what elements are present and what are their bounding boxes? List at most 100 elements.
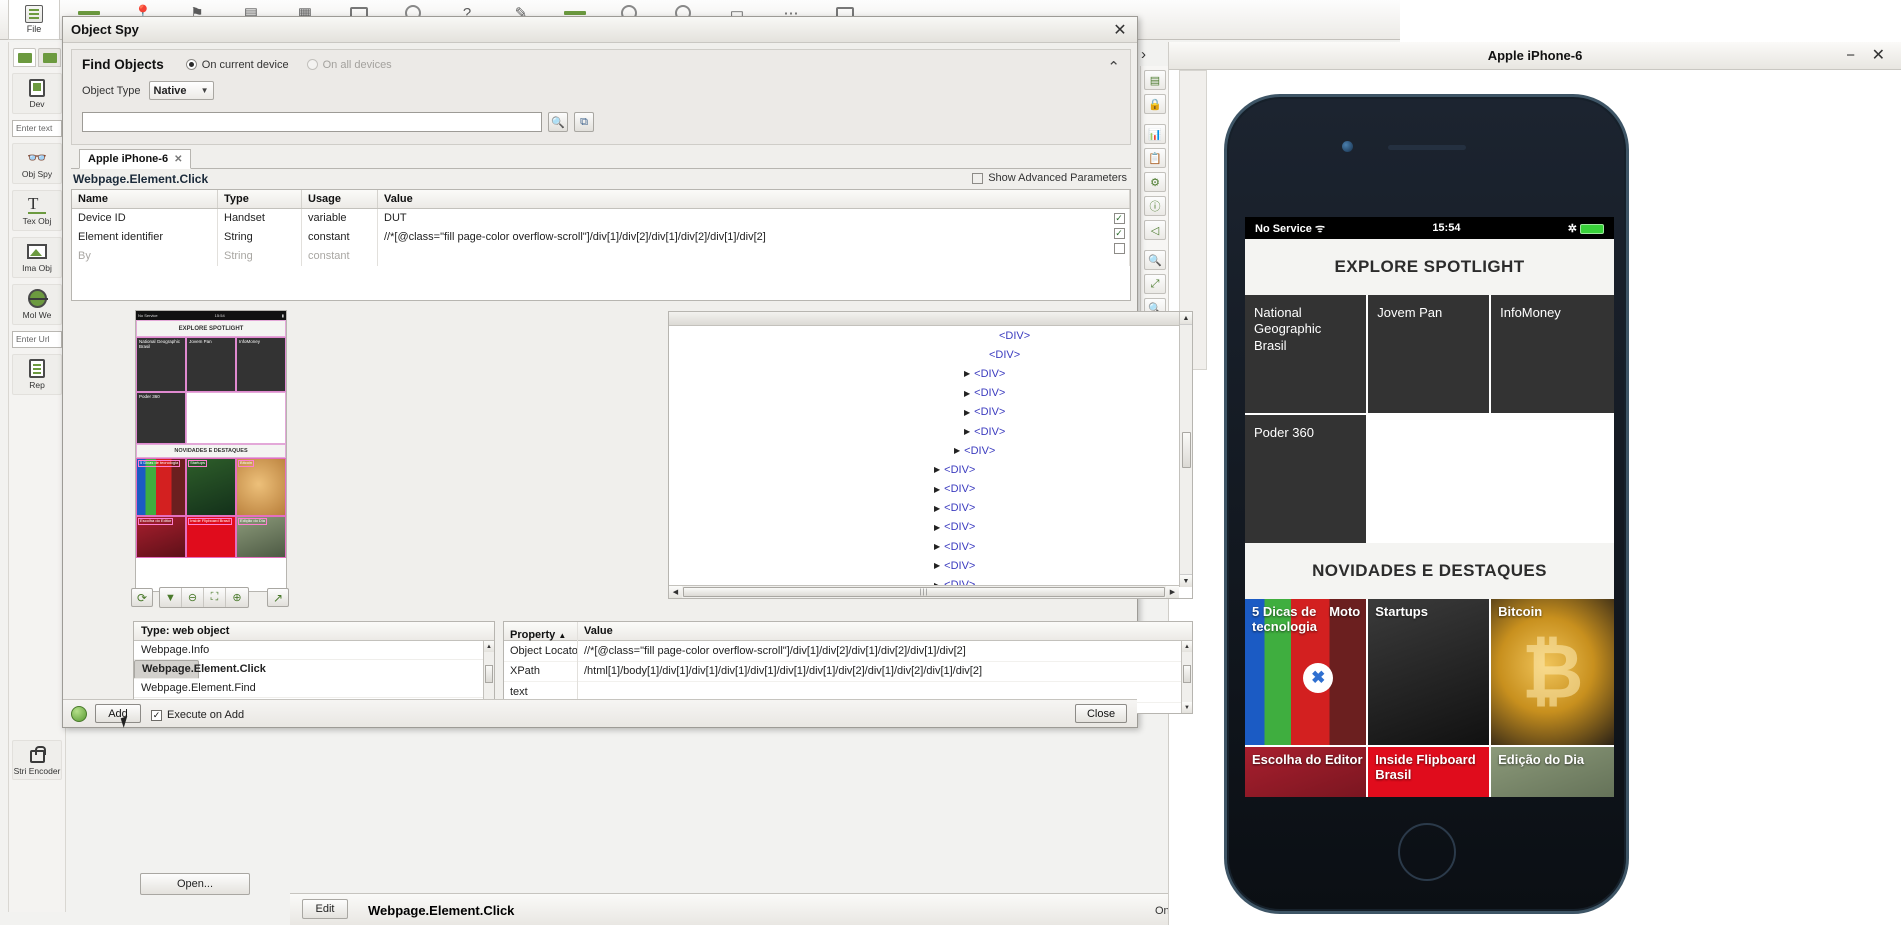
rail-item-string-encoder[interactable]: Stri Encoder [12,740,62,781]
rail-item-report[interactable]: Rep [12,354,62,395]
list-item[interactable]: Webpage.Element.Click [134,660,199,679]
settings-icon[interactable]: ⚙ [1144,172,1166,192]
rail-tab-device[interactable] [13,48,36,67]
rail-tab-secure[interactable] [38,48,61,67]
tile-inside-flipboard[interactable]: Inside Flipboard Brasil [1368,747,1491,797]
dom-tree-horizontal-scrollbar[interactable]: ◀ ||| ▶ [669,585,1179,598]
expand-arrow-icon[interactable]: ▶ [964,369,970,378]
card-infomoney[interactable]: InfoMoney [1491,295,1614,413]
file-menu-tab[interactable]: File [8,0,60,40]
expand-arrow-icon[interactable]: ▶ [934,561,940,570]
dom-tree-node[interactable]: ▶<DIV> [669,556,1192,575]
table-row[interactable]: Device ID Handset variable DUT [72,209,1130,228]
expand-arrow-icon[interactable]: ▶ [964,408,970,417]
scroll-up-icon[interactable]: ▲ [1180,312,1192,325]
list-item[interactable]: Webpage.Element.Find [134,679,494,698]
tile-startups[interactable]: Startups [1368,599,1491,747]
table-row[interactable]: By String constant [72,247,1130,266]
search-icon[interactable]: 🔍 [548,112,568,132]
column-header-property[interactable]: Property ▲ [504,622,578,643]
close-icon[interactable]: ✕ [1111,21,1129,39]
scroll-up-icon[interactable]: ▲ [484,641,494,652]
dom-tree-node[interactable]: ▶<DIV> [669,480,1192,499]
table-row[interactable]: Object Locator //*[@class="fill page-col… [504,641,1192,662]
scrollbar-thumb[interactable]: ||| [683,587,1165,597]
dom-tree-panel[interactable]: <DIV> <DIV> ▶<DIV> ▶<DIV> ▶<DIV> ▶<DIV> … [668,311,1193,599]
expand-arrow-icon[interactable]: ▶ [934,523,940,532]
dom-tree-vertical-scrollbar[interactable]: ▲ ▼ [1179,312,1192,587]
refresh-icon[interactable]: ⟳ [131,588,153,607]
rail-item-object-spy[interactable]: 👓 Obj Spy [12,143,62,184]
card-poder-360[interactable]: Poder 360 [1245,415,1368,543]
scrollbar-thumb[interactable] [485,665,493,683]
open-button[interactable]: Open... [140,873,250,895]
dom-tree-node[interactable]: ▶<DIV> [669,537,1192,556]
card-national-geographic[interactable]: National Geographic Brasil [1245,295,1368,413]
rail-item-text-object[interactable]: T Tex Obj [12,190,62,231]
panel-collapse-icon[interactable]: ⌃ [1107,58,1120,76]
device-screen-icon[interactable]: ▤ [1144,70,1166,90]
toolbar-expand-icon[interactable]: › [1141,46,1146,63]
dom-tree-node[interactable]: ▶<DIV> [669,499,1192,518]
info-icon[interactable]: ⓘ [1144,196,1166,216]
dom-tree-node[interactable]: ▶<DIV> [669,518,1192,537]
scrollbar-thumb[interactable] [1182,432,1191,468]
edit-button[interactable]: Edit [302,899,348,919]
expand-arrow-icon[interactable]: ▶ [934,504,940,513]
dom-tree-node[interactable]: ▶<DIV> [669,403,1192,422]
radio-on-all-devices[interactable]: On all devices [307,59,392,71]
tab-close-icon[interactable]: ✕ [174,154,182,165]
phone-home-button[interactable] [1398,823,1456,881]
scrollbar-thumb[interactable] [1183,665,1191,683]
expand-arrow-icon[interactable]: ▶ [954,446,960,455]
fullscreen-icon[interactable]: ⤢ [1144,274,1166,294]
table-row[interactable]: XPath /html[1]/body[1]/div[1]/div[1]/div… [504,662,1192,683]
tile-escolha-editor[interactable]: Escolha do Editor [1245,747,1368,797]
row-checkbox[interactable]: ✓ [1114,228,1125,239]
expand-arrow-icon[interactable]: ▶ [964,389,970,398]
minimize-icon[interactable]: − [1846,47,1855,64]
scroll-right-icon[interactable]: ▶ [1166,586,1179,599]
clipboard-icon[interactable]: 📋 [1144,148,1166,168]
expand-arrow-icon[interactable]: ▶ [964,427,970,436]
zoom-out-icon[interactable]: 🔍 [1144,250,1166,270]
dom-tree-node[interactable]: <DIV> [669,326,1192,345]
dom-tree-node[interactable]: ▶<DIV> [669,460,1192,479]
property-list-scrollbar[interactable]: ▲ ▼ [1181,641,1192,713]
fit-screen-icon[interactable]: ⛶ [204,588,226,607]
volume-icon[interactable]: ◁ [1144,220,1166,240]
close-icon[interactable]: ✕ [1872,45,1885,65]
zoom-out-icon[interactable]: ⊖ [182,588,204,607]
rail-item-mobile-web[interactable]: Mol We [12,284,62,325]
search-input[interactable] [82,112,542,132]
expand-arrow-icon[interactable]: ▶ [934,542,940,551]
tile-bitcoin[interactable]: ₿ Bitcoin [1491,599,1614,747]
chart-icon[interactable]: 📊 [1144,124,1166,144]
expand-arrow-icon[interactable]: ▶ [934,465,940,474]
card-jovem-pan[interactable]: Jovem Pan [1368,295,1491,413]
scroll-down-icon[interactable]: ▼ [1182,702,1192,713]
close-button[interactable]: Close [1075,704,1127,723]
dom-tree-node[interactable]: ▶<DIV> [669,384,1192,403]
copy-icon[interactable]: ⧉ [574,112,594,132]
scroll-up-icon[interactable]: ▲ [1182,641,1192,652]
tile-edicao-do-dia[interactable]: Edição do Dia [1491,747,1614,797]
object-type-select[interactable]: Native ▼ [149,81,214,100]
scroll-down-icon[interactable]: ▼ [1180,574,1192,587]
dom-tree-node[interactable]: <DIV> [669,345,1192,364]
export-icon[interactable]: ↗ [267,588,289,607]
dom-tree-node[interactable]: ▶<DIV> [669,422,1192,441]
table-row[interactable]: Element identifier String constant //*[@… [72,228,1130,247]
screenshot-preview[interactable]: No Service 15:54 ▮ EXPLORE SPOTLIGHT Nat… [135,310,287,592]
phone-screen[interactable]: No Service ᯤ 15:54 ✲ EXPLORE SPOTLIGHT N… [1245,217,1614,797]
scroll-left-icon[interactable]: ◀ [669,586,682,599]
text-input-field[interactable]: Enter text [12,120,62,137]
list-item[interactable]: Webpage.Info [134,641,494,660]
zoom-in-icon[interactable]: ⊕ [226,588,248,607]
url-input-field[interactable]: Enter Url [12,331,62,348]
add-button[interactable]: Add [95,704,141,723]
show-advanced-parameters-checkbox[interactable]: Show Advanced Parameters [972,172,1127,184]
execute-on-add-checkbox[interactable]: ✓ Execute on Add [151,709,244,721]
tab-apple-iphone-6[interactable]: Apple iPhone-6 ✕ [79,149,191,169]
tile-dicas-tecnologia[interactable]: 5 Dicas de tecnologia ✖ Moto [1245,599,1368,747]
